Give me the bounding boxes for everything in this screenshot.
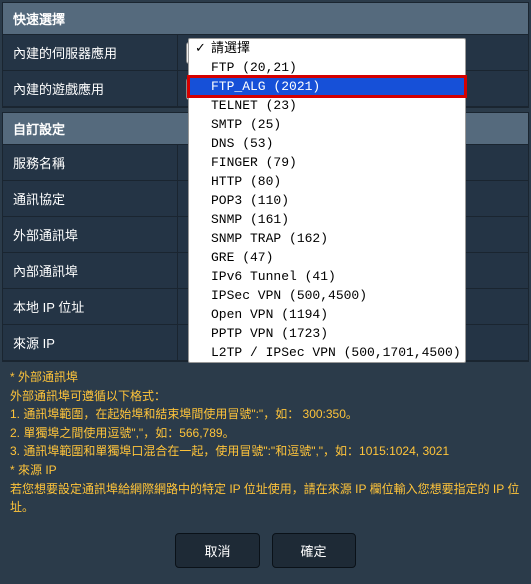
- int-port-label: 內部通訊埠: [3, 253, 178, 288]
- dropdown-option[interactable]: Open VPN (1194): [189, 305, 465, 324]
- dropdown-option[interactable]: SMTP (25): [189, 115, 465, 134]
- cancel-button[interactable]: 取消: [175, 533, 259, 568]
- dropdown-option[interactable]: IPSec VPN (500,4500): [189, 286, 465, 305]
- dropdown-option[interactable]: GRE (47): [189, 248, 465, 267]
- dropdown-option[interactable]: DNS (53): [189, 134, 465, 153]
- server-app-dropdown[interactable]: 請選擇FTP (20,21)FTP_ALG (2021)TELNET (23)S…: [188, 38, 466, 363]
- dropdown-option[interactable]: FINGER (79): [189, 153, 465, 172]
- ext-port-label: 外部通訊埠: [3, 217, 178, 252]
- source-ip-label: 來源 IP: [3, 325, 178, 360]
- server-app-label: 內建的伺服器應用: [3, 35, 178, 70]
- game-app-label: 內建的遊戲應用: [3, 71, 178, 106]
- dropdown-option[interactable]: PPTP VPN (1723): [189, 324, 465, 343]
- dropdown-option[interactable]: POP3 (110): [189, 191, 465, 210]
- service-name-label: 服務名稱: [3, 145, 178, 180]
- dropdown-option[interactable]: SNMP (161): [189, 210, 465, 229]
- local-ip-label: 本地 IP 位址: [3, 289, 178, 324]
- dropdown-option[interactable]: L2TP / IPSec VPN (500,1701,4500): [189, 343, 465, 362]
- dropdown-option[interactable]: TELNET (23): [189, 96, 465, 115]
- dropdown-option[interactable]: HTTP (80): [189, 172, 465, 191]
- dropdown-option[interactable]: 請選擇: [189, 39, 465, 58]
- dropdown-option[interactable]: IPv6 Tunnel (41): [189, 267, 465, 286]
- dropdown-option[interactable]: FTP_ALG (2021): [189, 77, 465, 96]
- help-text: * 外部通訊埠 外部通訊埠可遵循以下格式： 1. 通訊埠範圍，在起始埠和結束埠間…: [2, 362, 529, 525]
- protocol-label: 通訊協定: [3, 181, 178, 216]
- ok-button[interactable]: 確定: [272, 533, 356, 568]
- quick-select-header: 快速選擇: [3, 3, 528, 35]
- dropdown-option[interactable]: FTP (20,21): [189, 58, 465, 77]
- dropdown-option[interactable]: SNMP TRAP (162): [189, 229, 465, 248]
